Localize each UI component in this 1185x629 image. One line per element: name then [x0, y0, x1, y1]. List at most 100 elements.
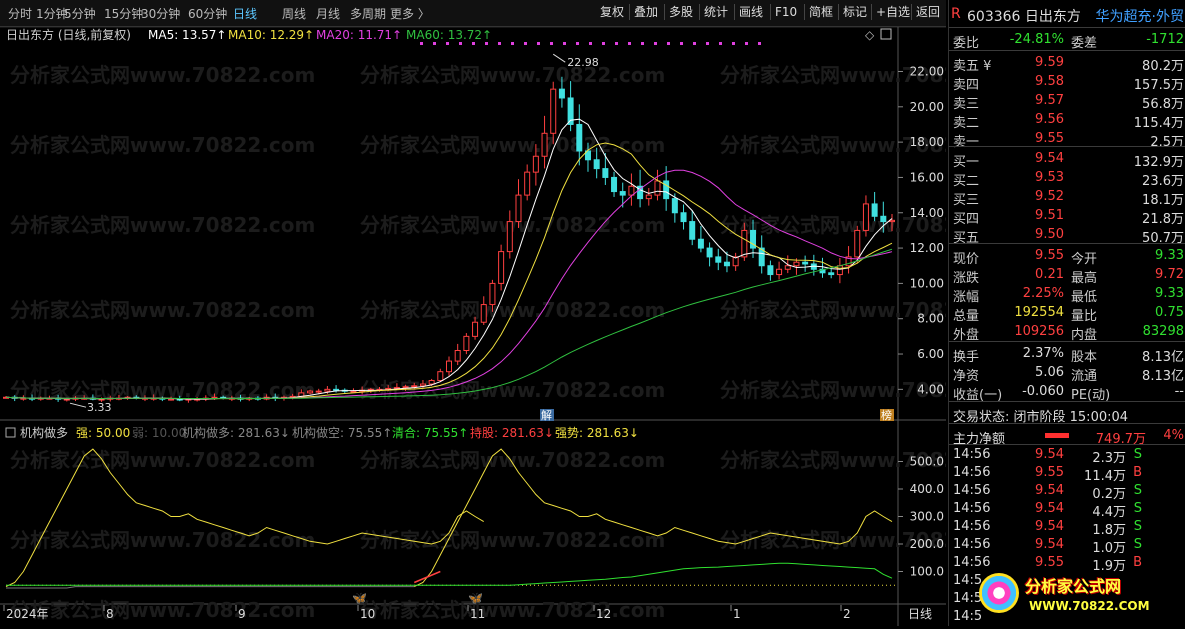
- y-tick-label: 14.00: [910, 206, 944, 220]
- bid-price: 9.50: [1035, 227, 1064, 242]
- flag-unlock: 解: [541, 408, 552, 422]
- period-tab-8[interactable]: 月线: [316, 5, 340, 22]
- candle-body: [715, 256, 722, 263]
- period-toolbar: 分时 1分钟 5分钟 15分钟 30分钟 60分钟 日线 周线 月线 多周期 更多 〉 复权 叠加 多股统…: [0, 0, 946, 27]
- indicator-legend-1: 弱: 10.00: [132, 426, 186, 440]
- toolbar-button-1[interactable]: 叠加: [632, 3, 660, 21]
- ask-volume: 56.8万: [1142, 97, 1184, 112]
- candle-body: [532, 155, 539, 173]
- x-tick-label: 2: [843, 607, 851, 621]
- candle-body: [602, 168, 609, 178]
- candle-body: [307, 390, 314, 394]
- period-tab-10[interactable]: 更多 〉: [390, 5, 430, 22]
- bid-volume: 18.1万: [1142, 193, 1184, 208]
- x-tick-label: 10: [360, 607, 375, 621]
- period-tab-1[interactable]: 1分钟: [36, 5, 68, 22]
- stat-label: 换手: [953, 350, 980, 365]
- stat-value: 9.33: [1155, 248, 1184, 263]
- toolbar-button-6[interactable]: 简框: [807, 3, 835, 21]
- signal-dot: [693, 42, 696, 45]
- toolbar-button-7[interactable]: 标记: [841, 3, 869, 21]
- stat-value: 9.55: [1035, 248, 1064, 263]
- signal-dot: [433, 42, 436, 45]
- stat-label: 总量: [953, 309, 980, 324]
- low-pointer: [69, 402, 87, 408]
- tick-side: S: [1133, 519, 1142, 534]
- period-tab-4[interactable]: 30分钟: [141, 5, 180, 22]
- candle-body: [836, 265, 843, 276]
- bid-label: 买二: [953, 174, 980, 189]
- indicator-tick-label: 100.0: [910, 565, 944, 579]
- candle-body: [645, 194, 652, 200]
- candle-body: [628, 185, 635, 196]
- toolbar-button-4[interactable]: 画线: [737, 3, 765, 21]
- stat-value: --: [1174, 384, 1184, 399]
- candle-body: [472, 321, 479, 337]
- toolbar-separator: [804, 4, 805, 20]
- y-tick-label: 6.00: [917, 347, 944, 361]
- candle-body: [446, 360, 452, 373]
- candle-body: [558, 88, 565, 99]
- signal-dot: [654, 42, 657, 45]
- ask-price: 9.58: [1035, 74, 1064, 89]
- candle-body: [63, 398, 70, 401]
- bid-label: 买三: [953, 193, 980, 208]
- stat-label: 流通: [1071, 369, 1098, 384]
- stat-row: 净资 5.06 流通 8.13亿: [949, 364, 1185, 384]
- candle-body: [706, 247, 713, 258]
- flow-bar: [1045, 433, 1069, 438]
- toolbar-button-3[interactable]: 统计: [702, 3, 730, 21]
- tick-price: 9.54: [1035, 519, 1064, 534]
- divider: [949, 146, 1185, 147]
- watermark-logo: 分析家公式网 WWW.70822.COM: [973, 567, 1183, 621]
- signal-dot: [563, 42, 566, 45]
- period-tab-6[interactable]: 日线: [233, 5, 257, 22]
- period-tab-5[interactable]: 60分钟: [188, 5, 227, 22]
- period-tab-7[interactable]: 周线: [282, 5, 306, 22]
- kline-chart-area[interactable]: 分析家公式网www.70822.com 分析家公式网www.70822.com 分析…: [0, 26, 1025, 626]
- candle-body: [654, 180, 661, 196]
- candle-body: [498, 251, 505, 284]
- toolbar-button-0[interactable]: 复权: [598, 3, 626, 21]
- period-tab-3[interactable]: 15分钟: [104, 5, 143, 22]
- period-tab-0[interactable]: 分时: [8, 5, 32, 22]
- flow-pct: 4%: [1163, 428, 1184, 443]
- tick-row: 14:56 9.54 4.4万 S: [949, 500, 1185, 520]
- candle-body: [550, 88, 557, 134]
- kline-chart-svg[interactable]: 分析家公式网www.70822.com 分析家公式网www.70822.com 分析…: [0, 26, 1025, 626]
- divider: [949, 50, 1185, 51]
- tick-time: 14:56: [953, 501, 991, 516]
- ask-price: 9.56: [1035, 112, 1064, 127]
- toolbar-button-9[interactable]: 返回: [914, 3, 942, 21]
- toolbar-button-8[interactable]: +自选: [874, 3, 912, 21]
- signal-dot: [758, 42, 761, 45]
- toolbar-button-2[interactable]: 多股: [667, 3, 695, 21]
- watermark-text: 分析家公式网www.70822.com: [720, 378, 946, 402]
- x-tick-label: 11: [470, 607, 485, 621]
- clear-line: [6, 562, 893, 586]
- x-tick-label: 2024年: [6, 607, 49, 621]
- webi-row: 委比 -24.81% 委差 -1712: [949, 31, 1185, 51]
- tick-price: 9.55: [1035, 465, 1064, 480]
- high-label: 22.98: [567, 56, 599, 69]
- period-label: 日线: [908, 607, 932, 621]
- candle-body: [315, 390, 322, 393]
- toolbar-button-5[interactable]: F10: [773, 3, 799, 21]
- stat-label: 净资: [953, 369, 980, 384]
- period-tab-9[interactable]: 多周期: [350, 5, 386, 22]
- tick-row: 14:56 9.54 1.0万 S: [949, 536, 1185, 556]
- signal-dot: [550, 42, 553, 45]
- tick-time: 14:56: [953, 519, 991, 534]
- candle-body: [593, 159, 600, 170]
- period-tab-2[interactable]: 5分钟: [64, 5, 96, 22]
- tick-row: 14:56 9.55 11.4万 B: [949, 464, 1185, 484]
- bid-price: 9.53: [1035, 170, 1064, 185]
- tick-time: 14:56: [953, 483, 991, 498]
- high-pointer: [552, 53, 566, 63]
- toolbar-separator: [699, 4, 700, 20]
- tick-time: 14:56: [953, 465, 991, 480]
- signal-dot: [745, 42, 748, 45]
- signal-dot: [537, 42, 540, 45]
- stat-value: -0.060: [1022, 384, 1064, 399]
- stat-row: 总量 192554 量比 0.75: [949, 304, 1185, 324]
